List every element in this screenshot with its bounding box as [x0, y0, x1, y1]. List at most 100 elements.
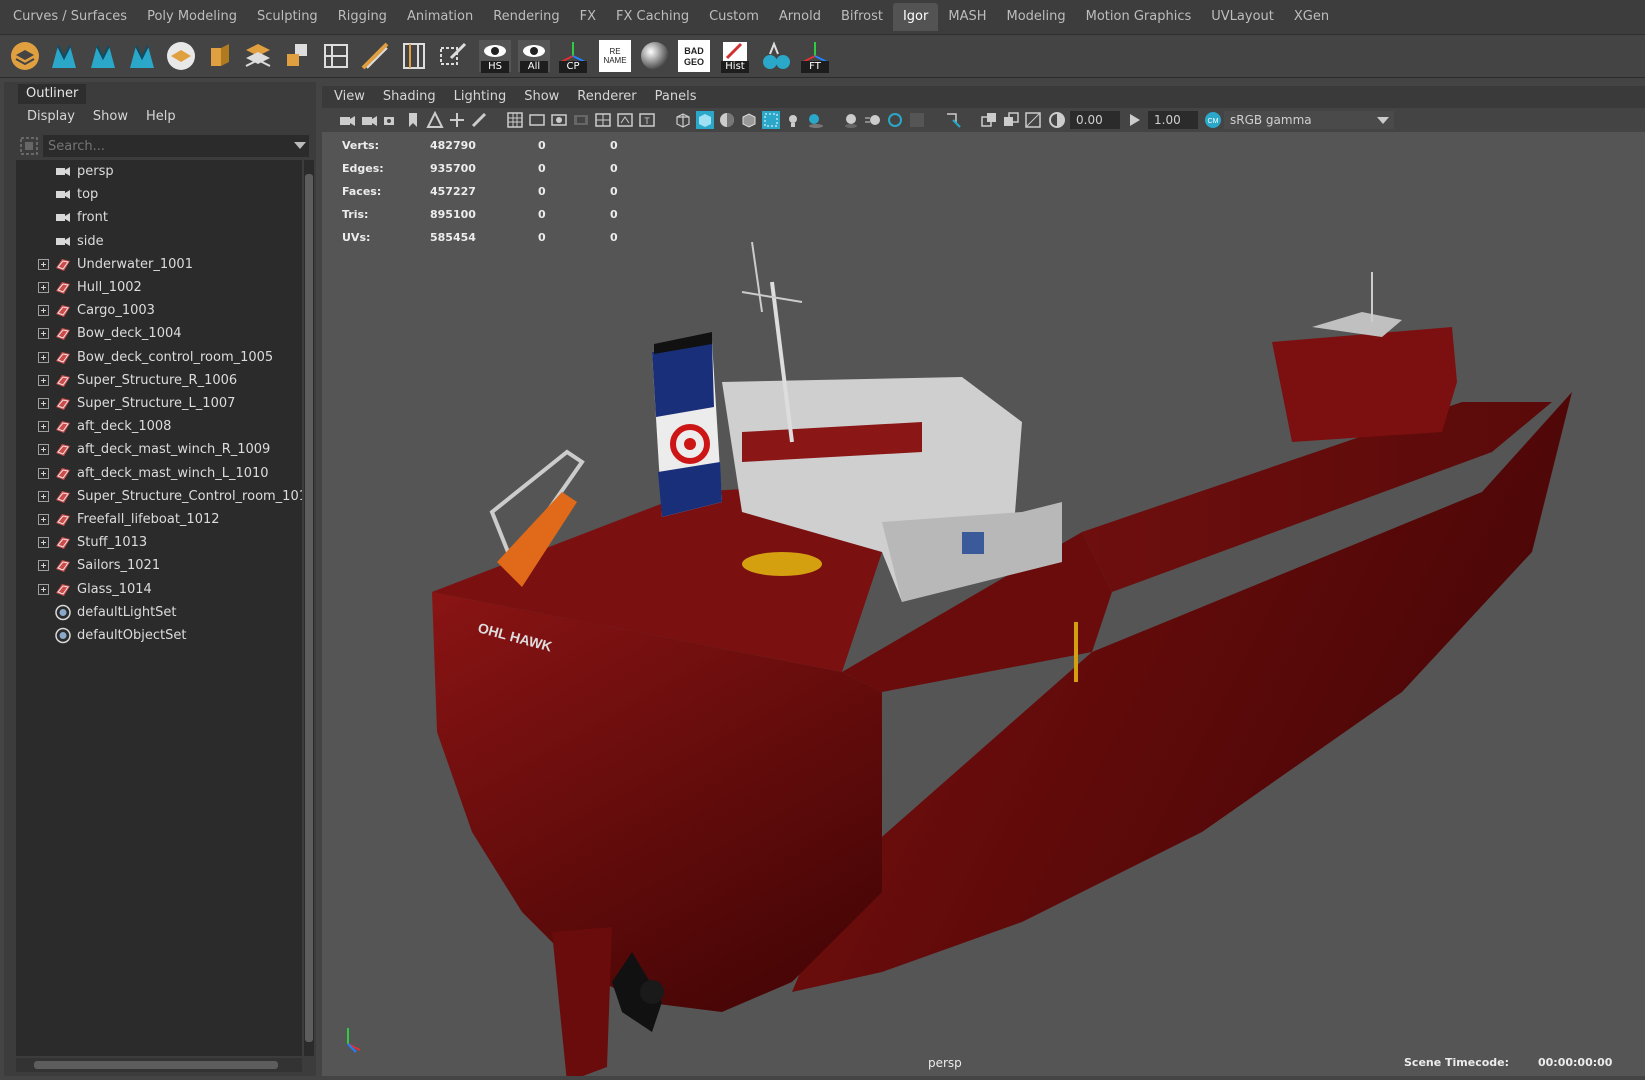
outliner-tab[interactable]: Outliner — [18, 84, 86, 104]
gate-mask-icon[interactable] — [572, 111, 590, 129]
shelf-combine-icon[interactable] — [280, 39, 314, 73]
outliner-search-input[interactable] — [43, 135, 309, 157]
outliner-item-super-structure-l-1007[interactable]: Super_Structure_L_1007 — [16, 392, 302, 415]
outliner-item-freefall-lifeboat-1012[interactable]: Freefall_lifeboat_1012 — [16, 508, 302, 531]
outliner-item-super-structure-control-room-1011[interactable]: Super_Structure_Control_room_1011 — [16, 485, 302, 508]
bookmark-icon[interactable] — [404, 111, 422, 129]
outliner-item-top[interactable]: top — [16, 183, 302, 206]
xray-active-icon[interactable] — [1002, 111, 1020, 129]
outliner-item-aft-deck-mast-winch-r-1009[interactable]: aft_deck_mast_winch_R_1009 — [16, 438, 302, 461]
shelf-sculpt3-icon[interactable] — [125, 39, 159, 73]
shelf-sculpt2-icon[interactable] — [86, 39, 120, 73]
viewport-menu-view[interactable]: View — [325, 86, 374, 108]
viewport-menu-renderer[interactable]: Renderer — [568, 86, 645, 108]
shelf-tab-poly-modeling[interactable]: Poly Modeling — [137, 3, 247, 31]
outliner-vertical-scrollbar[interactable] — [304, 160, 314, 1056]
safe-action-icon[interactable] — [616, 111, 634, 129]
expand-icon[interactable] — [38, 328, 49, 340]
select-camera-icon[interactable] — [338, 111, 356, 129]
outliner-vertical-scroll-thumb[interactable] — [305, 174, 313, 1042]
wireframe-icon[interactable] — [674, 111, 692, 129]
shelf-bad-geo-button[interactable]: BAD GEO — [677, 39, 711, 73]
camera-attributes-icon[interactable] — [382, 111, 400, 129]
expand-icon[interactable] — [38, 537, 49, 549]
gamma-icon[interactable] — [1126, 111, 1144, 129]
viewport-menu-lighting[interactable]: Lighting — [445, 86, 516, 108]
shelf-sculpt-icon[interactable] — [47, 39, 81, 73]
shelf-tab-fx[interactable]: FX — [570, 3, 606, 31]
shelf-tab-animation[interactable]: Animation — [397, 3, 483, 31]
outliner-item-sailors-1021[interactable]: Sailors_1021 — [16, 554, 302, 577]
lights-icon[interactable] — [784, 111, 802, 129]
shelf-rename-button[interactable]: RE NAME — [598, 39, 632, 73]
outliner-item-bow-deck-control-room-1005[interactable]: Bow_deck_control_room_1005 — [16, 346, 302, 369]
expand-icon[interactable] — [38, 282, 49, 293]
shelf-tab-sculpting[interactable]: Sculpting — [247, 3, 328, 31]
smooth-shade-icon[interactable] — [696, 111, 714, 129]
anti-aliasing-icon[interactable] — [886, 111, 904, 129]
outliner-item-front[interactable]: front — [16, 206, 302, 229]
expand-icon[interactable] — [38, 444, 49, 456]
color-management-icon[interactable]: CM — [1204, 111, 1222, 129]
grease-pencil-icon[interactable] — [470, 111, 488, 129]
shelf-dots-icon[interactable] — [759, 39, 793, 73]
shelf-tab-motion-graphics[interactable]: Motion Graphics — [1076, 3, 1202, 31]
shelf-plane-icon[interactable] — [164, 39, 198, 73]
outliner-item-persp[interactable]: persp — [16, 160, 302, 183]
depth-of-field-icon[interactable] — [908, 111, 926, 129]
xray-joints-icon[interactable] — [980, 111, 998, 129]
shelf-tab-curves-surfaces[interactable]: Curves / Surfaces — [3, 3, 137, 31]
shelf-hist-button[interactable]: Hist — [718, 39, 752, 73]
shelf-tab-modeling[interactable]: Modeling — [997, 3, 1076, 31]
shelf-ft-button[interactable]: FT — [798, 39, 832, 73]
shelf-multicut-icon[interactable] — [436, 39, 470, 73]
outliner-item-stuff-1013[interactable]: Stuff_1013 — [16, 531, 302, 554]
ambient-occlusion-icon[interactable] — [842, 111, 860, 129]
gamma-field[interactable]: 1.00 — [1148, 111, 1198, 129]
shelf-tab-uvlayout[interactable]: UVLayout — [1201, 3, 1284, 31]
outliner-menu-show[interactable]: Show — [84, 106, 137, 128]
shelf-grid-icon[interactable] — [319, 39, 353, 73]
exposure-field[interactable]: 0.00 — [1070, 111, 1120, 129]
exposure-icon[interactable] — [1048, 111, 1066, 129]
default-material-icon[interactable] — [718, 111, 736, 129]
backface-culling-icon[interactable] — [1024, 111, 1042, 129]
view-transform-dropdown[interactable]: sRGB gamma — [1224, 111, 1394, 129]
shelf-tab-rigging[interactable]: Rigging — [328, 3, 397, 31]
outliner-item-aft-deck-1008[interactable]: aft_deck_1008 — [16, 415, 302, 438]
shelf-tab-mash[interactable]: MASH — [938, 3, 996, 31]
isolate-select-icon[interactable] — [944, 111, 962, 129]
expand-icon[interactable] — [38, 398, 49, 409]
wireframe-on-shaded-icon[interactable] — [740, 111, 758, 129]
expand-icon[interactable] — [38, 467, 49, 479]
motion-blur-icon[interactable] — [864, 111, 882, 129]
expand-icon[interactable] — [38, 258, 49, 270]
outliner-item-side[interactable]: side — [16, 230, 302, 253]
xray-icon[interactable] — [762, 111, 780, 129]
outliner-item-glass-1014[interactable]: Glass_1014 — [16, 578, 302, 601]
lock-camera-icon[interactable] — [360, 111, 378, 129]
outliner-item-cargo-1003[interactable]: Cargo_1003 — [16, 299, 302, 322]
view-transform-dropdown-arrow[interactable] — [1372, 111, 1394, 129]
shelf-tab-fx-caching[interactable]: FX Caching — [606, 3, 699, 31]
shelf-tab-xgen[interactable]: XGen — [1284, 3, 1339, 31]
shelf-extrude-icon[interactable] — [202, 39, 236, 73]
image-plane-icon[interactable] — [426, 111, 444, 129]
search-dropdown-icon[interactable] — [294, 142, 306, 149]
filter-icon[interactable] — [20, 137, 38, 155]
shelf-layer-icon[interactable] — [8, 39, 42, 73]
expand-icon[interactable] — [38, 351, 49, 363]
shelf-tab-custom[interactable]: Custom — [699, 3, 769, 31]
viewport-menu-show[interactable]: Show — [515, 86, 568, 108]
outliner-horizontal-scrollbar[interactable] — [16, 1058, 302, 1072]
outliner-item-underwater-1001[interactable]: Underwater_1001 — [16, 253, 302, 276]
outliner-horizontal-scroll-thumb[interactable] — [34, 1061, 278, 1069]
shelf-hs-button[interactable]: HS — [478, 39, 512, 73]
resolution-gate-icon[interactable] — [550, 111, 568, 129]
outliner-item-hull-1002[interactable]: Hull_1002 — [16, 276, 302, 299]
viewport-menu-shading[interactable]: Shading — [374, 86, 445, 108]
outliner-menu-display[interactable]: Display — [18, 106, 84, 128]
viewport-menu-panels[interactable]: Panels — [646, 86, 706, 108]
safe-title-icon[interactable]: T — [638, 111, 656, 129]
film-gate-icon[interactable] — [528, 111, 546, 129]
